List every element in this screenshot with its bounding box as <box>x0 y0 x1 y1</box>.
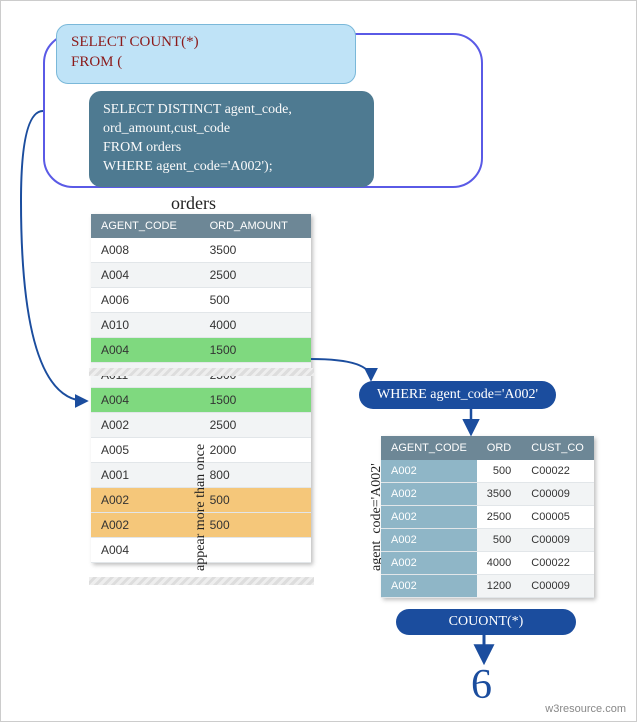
cell-amt: 1200 <box>477 575 521 598</box>
cell-agent: A004 <box>91 538 200 563</box>
orders-col-agent: AGENT_CODE <box>91 214 200 238</box>
sql-outer-line1: SELECT COUNT(*) <box>71 33 341 53</box>
where-badge: WHERE agent_code='A002' <box>359 381 556 409</box>
count-badge: COUONT(*) <box>396 609 576 635</box>
table-row: A006500 <box>91 288 311 313</box>
cell-cust: C00022 <box>521 460 594 483</box>
cell-cust: C00005 <box>521 506 594 529</box>
cell-amt: 1500 <box>200 338 311 363</box>
sql-inner-line4: WHERE agent_code='A002'); <box>103 158 360 177</box>
sql-outer-line2: FROM ( <box>71 53 341 73</box>
orders-col-amount: ORD_AMOUNT <box>200 214 311 238</box>
sql-inner-line1: SELECT DISTINCT agent_code, <box>103 101 360 120</box>
cell-amt: 2500 <box>477 506 521 529</box>
cell-amt: 3500 <box>477 483 521 506</box>
cell-agent: A004 <box>91 388 200 413</box>
torn-edge-icon <box>89 368 314 376</box>
cell-cust: C00009 <box>521 575 594 598</box>
table-row: A0104000 <box>91 313 311 338</box>
table-row: A002500C00022 <box>381 460 594 483</box>
torn-edge-icon <box>89 577 314 585</box>
sql-outer-badge: SELECT COUNT(*) FROM ( <box>56 24 356 84</box>
cell-amt: 500 <box>200 513 311 538</box>
cell-amt: 500 <box>477 460 521 483</box>
count-result: 6 <box>471 661 492 709</box>
orders-title: orders <box>171 193 216 214</box>
table-row: A0023500C00009 <box>381 483 594 506</box>
filt-col-agent: AGENT_CODE <box>381 436 477 460</box>
cell-amt <box>200 538 311 563</box>
diagram-canvas: SELECT COUNT(*) FROM ( SELECT DISTINCT a… <box>0 0 637 722</box>
attribution: w3resource.com <box>545 703 626 715</box>
cell-agent: A005 <box>91 438 200 463</box>
filt-col-ord: ORD <box>477 436 521 460</box>
cell-agent: A002 <box>381 483 477 506</box>
cell-amt: 4000 <box>200 313 311 338</box>
cell-agent: A006 <box>91 288 200 313</box>
cell-agent: A001 <box>91 463 200 488</box>
cell-agent: A004 <box>91 263 200 288</box>
table-row: A0022500 <box>91 413 311 438</box>
cell-agent: A002 <box>91 513 200 538</box>
cell-amt: 500 <box>200 288 311 313</box>
cell-cust: C00022 <box>521 552 594 575</box>
cell-agent: A002 <box>381 575 477 598</box>
sql-inner-line3: FROM orders <box>103 139 360 158</box>
cell-agent: A002 <box>381 506 477 529</box>
cell-amt: 2500 <box>200 263 311 288</box>
cell-agent: A002 <box>381 552 477 575</box>
cell-amt: 4000 <box>477 552 521 575</box>
cell-amt: 500 <box>477 529 521 552</box>
table-row: A0041500 <box>91 338 311 363</box>
cell-agent: A008 <box>91 238 200 263</box>
table-row: A0022500C00005 <box>381 506 594 529</box>
filt-col-cust: CUST_CO <box>521 436 594 460</box>
table-row: A0024000C00022 <box>381 552 594 575</box>
cell-amt: 500 <box>200 488 311 513</box>
cell-amt: 1500 <box>200 388 311 413</box>
cell-cust: C00009 <box>521 529 594 552</box>
cell-agent: A004 <box>91 338 200 363</box>
cell-agent: A002 <box>381 460 477 483</box>
cell-agent: A010 <box>91 313 200 338</box>
cell-amt: 800 <box>200 463 311 488</box>
table-row: A0041500 <box>91 388 311 413</box>
table-row: A002500C00009 <box>381 529 594 552</box>
cell-amt: 2500 <box>200 413 311 438</box>
cell-amt: 3500 <box>200 238 311 263</box>
cell-amt: 2000 <box>200 438 311 463</box>
sql-inner-line2: ord_amount,cust_code <box>103 120 360 139</box>
cell-agent: A002 <box>91 488 200 513</box>
appear-more-label: appear more than once <box>193 444 209 571</box>
cell-agent: A002 <box>381 529 477 552</box>
table-row: A0042500 <box>91 263 311 288</box>
cell-agent: A002 <box>91 413 200 438</box>
table-row: A0083500 <box>91 238 311 263</box>
sql-inner-badge: SELECT DISTINCT agent_code, ord_amount,c… <box>89 91 374 187</box>
table-row: A0021200C00009 <box>381 575 594 598</box>
filtered-table: AGENT_CODE ORD CUST_CO A002500C00022A002… <box>381 436 594 598</box>
cell-cust: C00009 <box>521 483 594 506</box>
